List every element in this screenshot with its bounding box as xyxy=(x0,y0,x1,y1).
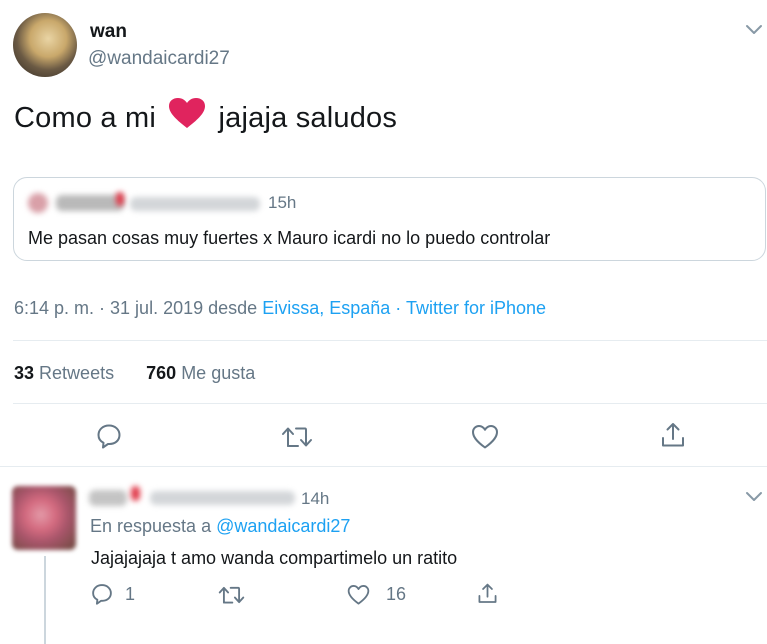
chevron-down-icon[interactable] xyxy=(744,489,764,508)
author-handle[interactable]: @wandaicardi27 xyxy=(88,48,230,70)
heart-emoji-icon xyxy=(168,98,206,138)
meta-separator: · xyxy=(395,298,402,318)
author-name[interactable]: wan xyxy=(90,21,127,43)
reply-author-name xyxy=(89,490,127,506)
heart-icon[interactable] xyxy=(471,424,499,450)
tweet-source[interactable]: Twitter for iPhone xyxy=(406,298,546,318)
heart-icon[interactable] xyxy=(347,584,370,606)
divider xyxy=(13,340,767,341)
reply-flag xyxy=(131,486,140,501)
retweets-count: 33 xyxy=(14,363,35,383)
likes-stat[interactable]: 760 Me gusta xyxy=(146,363,255,383)
retweet-icon[interactable] xyxy=(218,584,245,606)
replying-to: En respuesta a @wandaicardi27 xyxy=(90,516,350,537)
quoted-time: 15h xyxy=(268,193,297,212)
reply-author-handle xyxy=(150,491,295,505)
likes-count: 760 xyxy=(146,363,177,383)
retweets-label: Retweets xyxy=(39,363,115,383)
reply-icon[interactable] xyxy=(96,423,122,449)
replying-to-label: En respuesta a xyxy=(90,516,212,536)
likes-label: Me gusta xyxy=(181,363,256,383)
reply-count: 1 xyxy=(125,584,136,604)
tweet-location[interactable]: Eivissa, España xyxy=(262,298,390,318)
tweet-stats: 33 Retweets 760 Me gusta xyxy=(14,363,255,384)
reply-icon[interactable] xyxy=(91,583,113,605)
quoted-avatar xyxy=(28,193,48,213)
quoted-author-name xyxy=(56,195,124,211)
reply-time[interactable]: 14h xyxy=(301,489,329,509)
chevron-down-icon[interactable] xyxy=(744,22,764,41)
quoted-text: Me pasan cosas muy fuertes x Mauro icard… xyxy=(28,228,551,248)
like-count: 16 xyxy=(386,584,407,604)
share-icon[interactable] xyxy=(477,582,498,605)
author-avatar[interactable] xyxy=(13,13,77,77)
divider xyxy=(13,403,767,404)
tweet-text: Como a mi jajaja saludos xyxy=(14,98,397,138)
tweet-text-before: Como a mi xyxy=(14,102,156,134)
retweets-stat[interactable]: 33 Retweets xyxy=(14,363,114,383)
tweet-text-after: jajaja saludos xyxy=(218,102,398,134)
quoted-flag xyxy=(116,192,124,206)
reply-text: Jajajajaja t amo wanda compartimelo un r… xyxy=(91,548,458,568)
retweet-icon[interactable] xyxy=(281,424,313,450)
divider xyxy=(0,466,767,467)
reply-avatar[interactable] xyxy=(12,486,76,550)
share-icon[interactable] xyxy=(660,421,686,449)
replying-to-handle[interactable]: @wandaicardi27 xyxy=(216,516,350,536)
quoted-author-handle xyxy=(130,197,260,211)
thread-line xyxy=(44,556,46,644)
tweet-timestamp[interactable]: 6:14 p. m. · 31 jul. 2019 desde xyxy=(14,298,257,318)
tweet-meta: 6:14 p. m. · 31 jul. 2019 desde Eivissa,… xyxy=(14,298,546,319)
